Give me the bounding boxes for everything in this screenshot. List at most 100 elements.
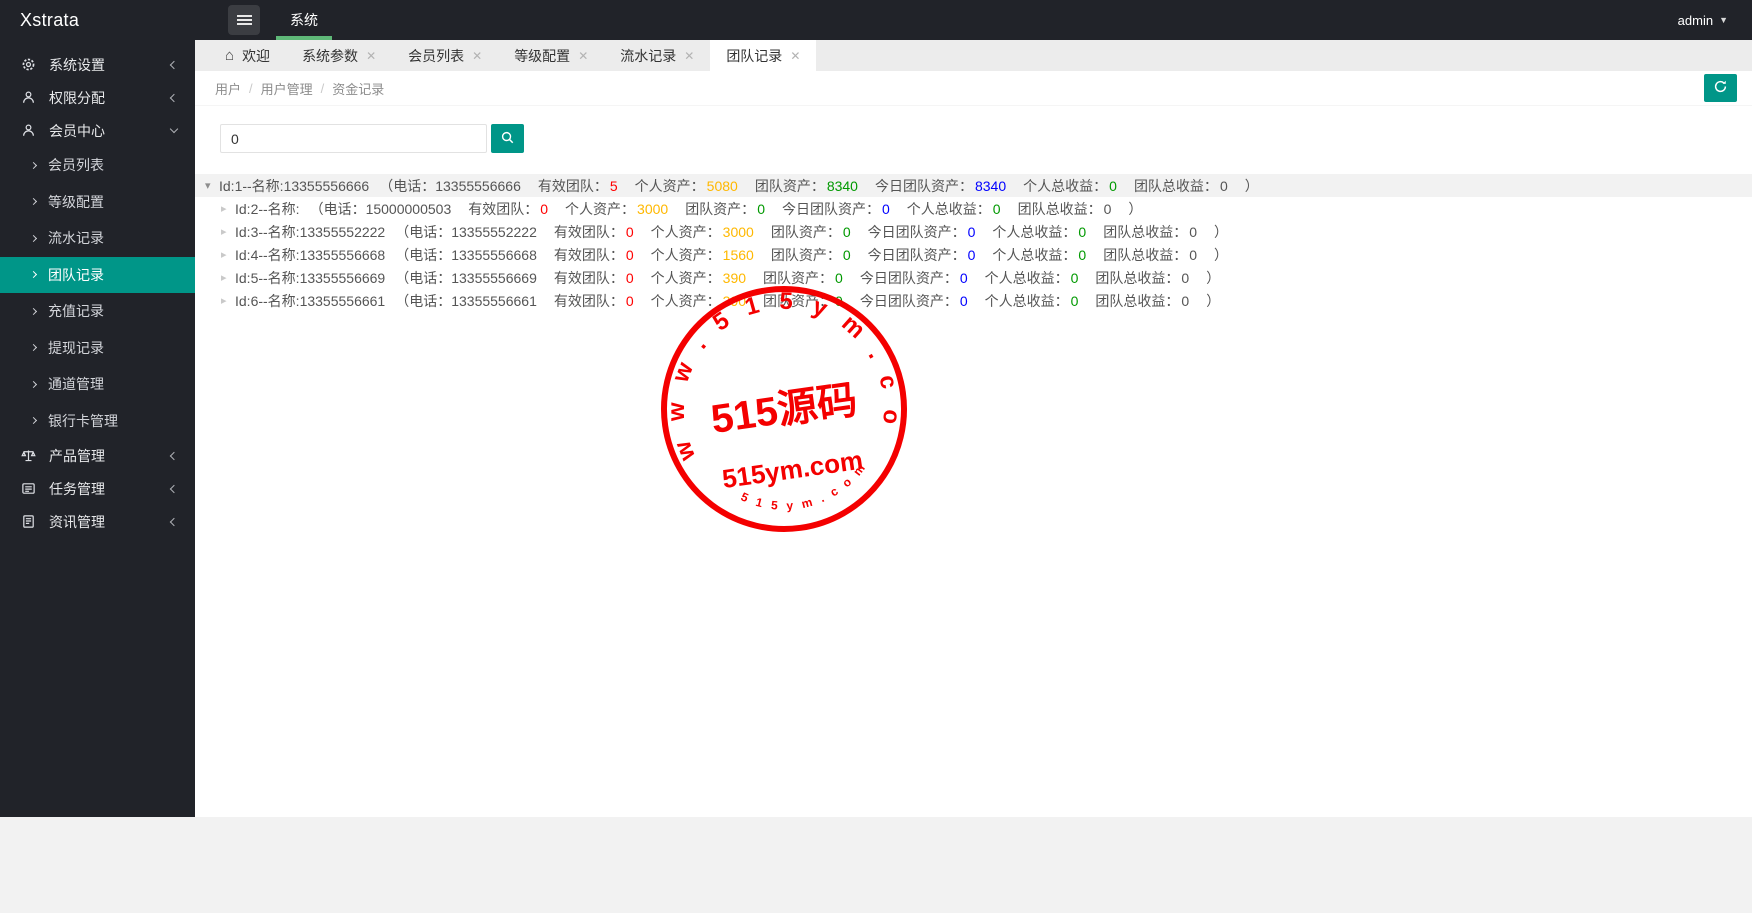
chevron-left-icon (170, 484, 178, 492)
refresh-button[interactable] (1704, 74, 1737, 102)
sidebar-item-label: 通道管理 (48, 374, 104, 394)
record-team-assets: 团队资产：0 (771, 245, 851, 265)
chevron-right-icon (31, 236, 36, 241)
sidebar-item-withdraw-records[interactable]: 提现记录 (0, 330, 195, 367)
top-bar: Xstrata 系统 admin ▼ (0, 0, 1752, 40)
record-team-income: 团队总收益：0 (1134, 176, 1228, 196)
record-today-team-assets: 今日团队资产：0 (860, 291, 968, 311)
sidebar-item-label: 权限分配 (49, 88, 171, 108)
sidebar-item-flow-records[interactable]: 流水记录 (0, 220, 195, 257)
record-today-team-assets: 今日团队资产：0 (782, 199, 890, 219)
close-icon[interactable]: ✕ (578, 49, 588, 63)
tree-row[interactable]: ▸Id:3--名称:13355552222（电话：13355552222有效团队… (195, 220, 1752, 243)
tab-welcome[interactable]: ⌂欢迎 (209, 40, 286, 71)
sidebar-item-product-mgmt[interactable]: 产品管理 (0, 439, 195, 472)
sidebar-item-system-settings[interactable]: 系统设置 (0, 48, 195, 81)
sidebar-item-level-config[interactable]: 等级配置 (0, 184, 195, 221)
record-valid-team: 有效团队：0 (554, 268, 634, 288)
record-today-team-assets: 今日团队资产：0 (860, 268, 968, 288)
record-phone: （电话：15000000503 (310, 199, 452, 219)
sidebar-item-label: 团队记录 (48, 265, 104, 285)
tab-system-params[interactable]: 系统参数✕ (286, 40, 392, 71)
collapse-caret-icon[interactable]: ▾ (205, 179, 219, 192)
tab-team-records[interactable]: 团队记录 ✕ (710, 40, 816, 71)
expand-caret-icon[interactable]: ▸ (221, 248, 235, 261)
sidebar-item-label: 充值记录 (48, 301, 104, 321)
admin-user-dropdown[interactable]: admin ▼ (1678, 13, 1752, 28)
search-icon (500, 130, 515, 148)
close-icon[interactable]: ✕ (366, 49, 376, 63)
sidebar-item-member-center[interactable]: 会员中心 (0, 114, 195, 147)
chevron-right-icon (31, 309, 36, 314)
sidebar-item-news-mgmt[interactable]: 资讯管理 (0, 505, 195, 538)
chevron-right-icon (31, 272, 36, 277)
record-valid-team: 有效团队：0 (468, 199, 548, 219)
scale-icon (20, 448, 36, 464)
tab-label: 等级配置 (514, 46, 570, 66)
top-menu-system[interactable]: 系统 (268, 0, 340, 40)
admin-username: admin (1678, 13, 1713, 28)
tree-row[interactable]: ▸Id:4--名称:13355556668（电话：13355556668有效团队… (195, 243, 1752, 266)
tab-flow-records[interactable]: 流水记录 ✕ (604, 40, 710, 71)
expand-caret-icon[interactable]: ▸ (221, 225, 235, 238)
tab-member-list[interactable]: 会员列表✕ (392, 40, 498, 71)
hamburger-menu-icon[interactable] (228, 5, 260, 35)
record-phone: （电话：13355556669 (395, 268, 537, 288)
record-team-income: 团队总收益：0 (1095, 291, 1189, 311)
sidebar-submenu: 会员列表等级配置流水记录团队记录充值记录提现记录通道管理银行卡管理 (0, 147, 195, 439)
home-icon: ⌂ (225, 47, 234, 64)
sidebar: 系统设置权限分配会员中心会员列表等级配置流水记录团队记录充值记录提现记录通道管理… (0, 40, 195, 817)
tab-level-config[interactable]: 等级配置 ✕ (498, 40, 604, 71)
sidebar-item-channel-mgmt[interactable]: 通道管理 (0, 366, 195, 403)
expand-caret-icon[interactable]: ▸ (221, 202, 235, 215)
tree-row[interactable]: ▸Id:5--名称:13355556669 （电话：13355556669 有效团队… (195, 266, 1752, 289)
record-valid-team: 有效团队：0 (554, 291, 634, 311)
user-icon (20, 90, 36, 106)
record-personal-income: 个人总收益：0 (992, 222, 1086, 242)
breadcrumb-separator: / (249, 81, 253, 96)
sidebar-item-label: 资讯管理 (49, 512, 171, 532)
sidebar-item-task-mgmt[interactable]: 任务管理 (0, 472, 195, 505)
record-personal-income: 个人总收益：0 (907, 199, 1001, 219)
record-personal-assets: 个人资产：1560 (651, 245, 754, 265)
tab-label: 团队记录 (726, 46, 782, 66)
breadcrumb-item[interactable]: 用户管理 (261, 79, 313, 98)
team-records-tree: ▾Id:1--名称:13355556666（电话：13355556666有效团队… (195, 174, 1752, 312)
sidebar-item-permission-assign[interactable]: 权限分配 (0, 81, 195, 114)
record-personal-assets: 个人资产：5080 (635, 176, 738, 196)
record-valid-team: 有效团队：5 (538, 176, 618, 196)
chevron-right-icon (31, 345, 36, 350)
sidebar-item-bank-card-mgmt[interactable]: 银行卡管理 (0, 403, 195, 440)
close-icon[interactable]: ✕ (684, 49, 694, 63)
sidebar-item-label: 银行卡管理 (48, 411, 118, 431)
record-personal-income: 个人总收益：0 (1023, 176, 1117, 196)
sidebar-item-member-list[interactable]: 会员列表 (0, 147, 195, 184)
close-icon[interactable]: ✕ (472, 49, 482, 63)
tab-strip: ⌂欢迎系统参数✕会员列表✕ 等级配置 ✕ 流水记录 ✕ 团队记录 ✕ (195, 40, 1752, 71)
record-id-name: Id:4--名称:13355556668 (235, 245, 385, 265)
record-id-name: Id:6--名称:13355556661 (235, 291, 385, 311)
search-input[interactable] (220, 124, 487, 153)
chevron-right-icon (31, 382, 36, 387)
close-icon[interactable]: ✕ (790, 49, 800, 63)
record-id-name: Id:2--名称: (235, 199, 300, 219)
sidebar-item-label: 产品管理 (49, 446, 171, 466)
sidebar-item-team-records[interactable]: 团队记录 (0, 257, 195, 294)
breadcrumb-item[interactable]: 用户 (215, 79, 241, 98)
breadcrumb-separator: / (321, 81, 325, 96)
tree-row[interactable]: ▸Id:2--名称:（电话：15000000503有效团队：0个人资产：3000… (195, 197, 1752, 220)
expand-caret-icon[interactable]: ▸ (221, 294, 235, 307)
record-id-name: Id:5--名称:13355556669 (235, 268, 385, 288)
chevron-down-icon (170, 125, 178, 133)
chevron-left-icon (170, 451, 178, 459)
tab-label: 流水记录 (620, 46, 676, 66)
search-button[interactable] (491, 124, 524, 153)
record-close-paren: ） (1214, 245, 1228, 265)
tree-row[interactable]: ▸Id:6--名称:13355556661（电话：13355556661有效团队… (195, 289, 1752, 312)
tree-row[interactable]: ▾Id:1--名称:13355556666（电话：13355556666有效团队… (195, 174, 1752, 197)
active-menu-underline (276, 36, 332, 40)
sidebar-item-recharge-records[interactable]: 充值记录 (0, 293, 195, 330)
expand-caret-icon[interactable]: ▸ (221, 271, 235, 284)
chevron-left-icon (170, 93, 178, 101)
record-team-assets: 团队资产：0 (685, 199, 765, 219)
